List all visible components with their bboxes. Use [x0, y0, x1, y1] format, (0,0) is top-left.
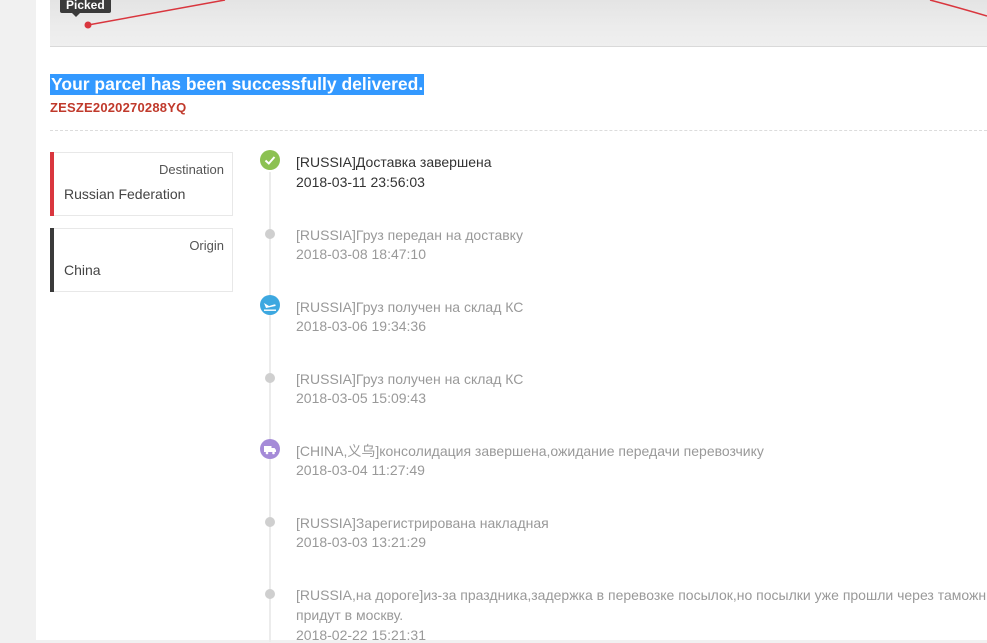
tracking-page: Picked Your parcel has been successfully… [36, 0, 987, 643]
route-map-graphic [84, 0, 987, 29]
divider [50, 130, 987, 131]
event-description: [CHINA,义乌]консолидация завершена,ожидани… [296, 443, 764, 459]
timeline-dot-icon [265, 373, 275, 383]
event-time: 2018-03-06 19:34:36 [296, 318, 426, 334]
timeline-line [269, 172, 271, 642]
origin-value: China [64, 262, 101, 278]
truck-icon [260, 439, 280, 459]
event-description: [RUSSIA]Зарегистрирована накладная [296, 515, 549, 531]
destination-value: Russian Federation [64, 186, 186, 202]
event-time: 2018-03-08 18:47:10 [296, 246, 426, 262]
origin-accent-bar [50, 228, 54, 292]
destination-accent-bar [50, 152, 54, 216]
origin-marker [84, 21, 92, 29]
origin-label: Origin [189, 238, 224, 253]
origin-box: Origin China [50, 228, 233, 292]
event-time: 2018-03-03 13:21:29 [296, 534, 426, 550]
timeline-dot-icon [265, 589, 275, 599]
plane-landing-icon [260, 295, 280, 315]
timeline-dot-icon [265, 517, 275, 527]
event-description: [RUSSIA]Груз передан на доставку [296, 227, 523, 243]
event-description: [RUSSIA]Груз получен на склад КС [296, 299, 524, 315]
event-time: 2018-02-22 15:21:31 [296, 627, 426, 643]
event-description: [RUSSIA]Доставка завершена [296, 154, 492, 170]
route-map[interactable]: Picked [50, 0, 987, 47]
timeline-dot-icon [265, 229, 275, 239]
check-icon [260, 150, 280, 170]
event-time: 2018-03-05 15:09:43 [296, 390, 426, 406]
destination-label: Destination [158, 162, 224, 177]
event-time: 2018-03-04 11:27:49 [296, 462, 425, 478]
tracking-number[interactable]: ZESZE2020270288YQ [50, 100, 186, 115]
delivery-status-title: Your parcel has been successfully delive… [50, 74, 425, 95]
picked-tag: Picked [60, 0, 111, 17]
event-description-continued: придут в москву. [296, 607, 404, 623]
event-time: 2018-03-11 23:56:03 [296, 174, 425, 190]
event-description: [RUSSIA,на дороге]из-за праздника,задерж… [296, 587, 987, 603]
event-description: [RUSSIA]Груз получен на склад КС [296, 371, 524, 387]
destination-box: Destination Russian Federation [50, 152, 233, 216]
